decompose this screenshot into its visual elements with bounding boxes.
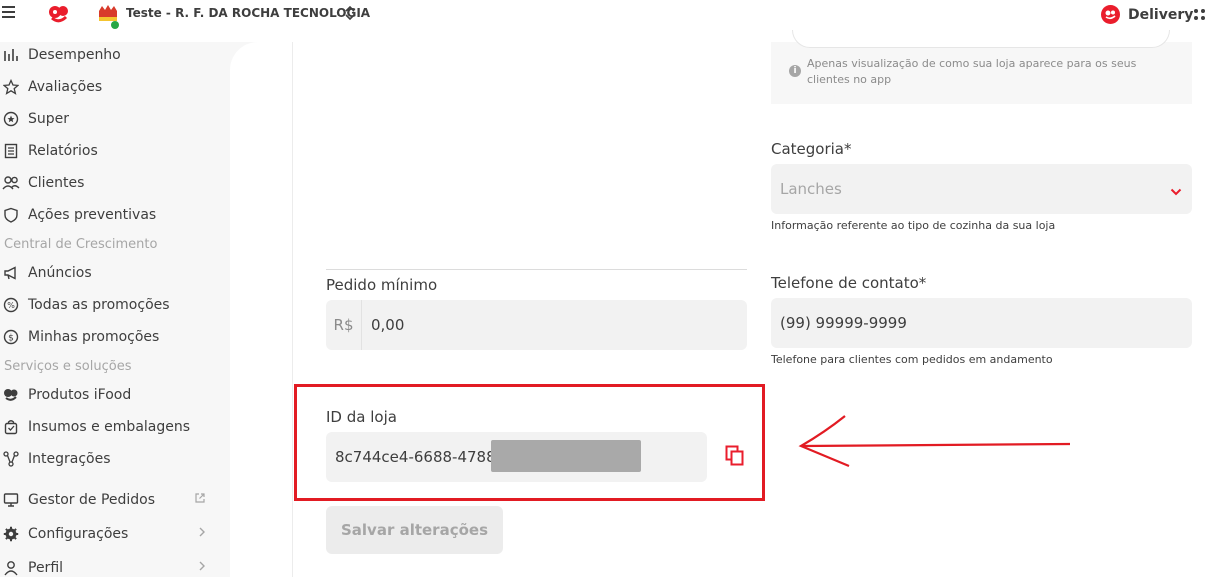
sidebar-item-label: Produtos iFood — [28, 387, 132, 403]
integration-icon — [2, 450, 20, 468]
sidebar-item-clientes[interactable]: Clientes — [0, 170, 220, 196]
min-order-label: Pedido mínimo — [326, 276, 438, 294]
sidebar-section-growth: Central de Crescimento — [4, 237, 158, 252]
sidebar-item-label: Desempenho — [28, 47, 121, 63]
section-divider — [292, 42, 293, 577]
store-preview-frame — [792, 30, 1170, 48]
monitor-icon — [2, 491, 20, 509]
sidebar-item-label: Avaliações — [28, 79, 103, 95]
sidebar-item-integracoes[interactable]: Integrações — [0, 446, 220, 472]
min-order-input[interactable]: 0,00 — [362, 300, 747, 350]
currency-prefix: R$ — [326, 300, 362, 350]
sidebar: Desempenho Avaliações Super Relatórios C… — [0, 42, 228, 577]
apps-grid-icon[interactable] — [1194, 9, 1206, 21]
phone-input[interactable]: (99) 99999-9999 — [771, 298, 1192, 348]
bag-icon — [2, 418, 20, 436]
gear-icon — [2, 525, 20, 543]
sidebar-item-label: Perfil — [28, 560, 64, 576]
percent-icon: % — [2, 296, 20, 314]
category-label: Categoria* — [771, 140, 852, 158]
chevron-right-icon — [198, 560, 206, 576]
sidebar-item-label: Relatórios — [28, 143, 98, 159]
report-icon — [2, 142, 20, 160]
sidebar-item-label: Integrações — [28, 451, 111, 467]
sidebar-item-desempenho[interactable]: Desempenho — [0, 42, 220, 68]
phone-help: Telefone para clientes com pedidos em an… — [771, 353, 1053, 366]
divider-line — [326, 269, 747, 270]
ifood-logo-icon[interactable] — [48, 4, 70, 28]
sidebar-item-todas-promocoes[interactable]: % Todas as promoções — [0, 292, 220, 318]
sidebar-item-label: Ações preventivas — [28, 207, 157, 223]
svg-text:$: $ — [8, 334, 14, 344]
sidebar-item-label: Clientes — [28, 175, 85, 191]
phone-value: (99) 99999-9999 — [780, 314, 907, 332]
store-switch-chevron-icon[interactable] — [344, 5, 356, 25]
top-bar: Teste - R. F. DA ROCHA TECNOLOGIA Delive… — [0, 0, 1210, 30]
store-name[interactable]: Teste - R. F. DA ROCHA TECNOLOGIA — [126, 6, 370, 20]
svg-text:%: % — [7, 301, 15, 310]
delivery-label[interactable]: Delivery — [1128, 7, 1193, 23]
bar-chart-icon — [2, 46, 20, 64]
annotation-highlight-box — [294, 384, 765, 501]
preview-note: Apenas visualização de como sua loja apa… — [807, 57, 1137, 86]
ifood-icon — [2, 386, 20, 404]
min-order-field[interactable]: R$ 0,00 — [326, 300, 747, 350]
external-link-icon — [194, 492, 206, 508]
sidebar-item-label: Configurações — [28, 526, 129, 542]
sidebar-item-minhas-promocoes[interactable]: $ Minhas promoções — [0, 324, 220, 350]
category-help: Informação referente ao tipo de cozinha … — [771, 219, 1056, 232]
star-circle-icon — [2, 110, 20, 128]
sidebar-item-acoes-preventivas[interactable]: Ações preventivas — [0, 202, 220, 228]
category-value: Lanches — [780, 180, 842, 198]
store-avatar-icon[interactable] — [96, 3, 120, 29]
star-icon — [2, 78, 20, 96]
sidebar-item-produtos-ifood[interactable]: Produtos iFood — [0, 382, 220, 408]
dollar-icon: $ — [2, 328, 20, 346]
sidebar-item-label: Insumos e embalagens — [28, 419, 191, 435]
annotation-arrow-icon — [795, 412, 1075, 476]
sidebar-item-insumos[interactable]: Insumos e embalagens — [0, 414, 220, 440]
chevron-down-icon — [1170, 181, 1182, 200]
megaphone-icon — [2, 264, 20, 282]
save-button[interactable]: Salvar alterações — [326, 506, 503, 554]
sidebar-item-perfil[interactable]: Perfil — [0, 555, 220, 581]
sidebar-item-relatorios[interactable]: Relatórios — [0, 138, 220, 164]
sidebar-item-avaliacoes[interactable]: Avaliações — [0, 74, 220, 100]
sidebar-item-label: Gestor de Pedidos — [28, 492, 156, 508]
sidebar-item-configuracoes[interactable]: Configurações — [0, 521, 220, 547]
users-icon — [2, 174, 20, 192]
info-icon: i — [789, 65, 801, 77]
chevron-right-icon — [198, 526, 206, 542]
category-select[interactable]: Lanches — [771, 164, 1192, 214]
sidebar-item-label: Anúncios — [28, 265, 92, 281]
min-order-value: 0,00 — [371, 316, 405, 334]
sidebar-item-label: Minhas promoções — [28, 329, 160, 345]
sidebar-section-services: Serviços e soluções — [4, 359, 132, 374]
shield-icon — [2, 206, 20, 224]
sidebar-item-super[interactable]: Super — [0, 106, 220, 132]
sidebar-item-anuncios[interactable]: Anúncios — [0, 260, 220, 286]
sidebar-item-gestor-pedidos[interactable]: Gestor de Pedidos — [0, 487, 220, 513]
person-icon — [2, 559, 20, 577]
phone-label: Telefone de contato* — [771, 274, 927, 292]
sidebar-item-label: Todas as promoções — [28, 297, 170, 313]
delivery-badge-icon — [1101, 5, 1120, 24]
sidebar-item-label: Super — [28, 111, 70, 127]
menu-icon[interactable] — [2, 6, 16, 20]
